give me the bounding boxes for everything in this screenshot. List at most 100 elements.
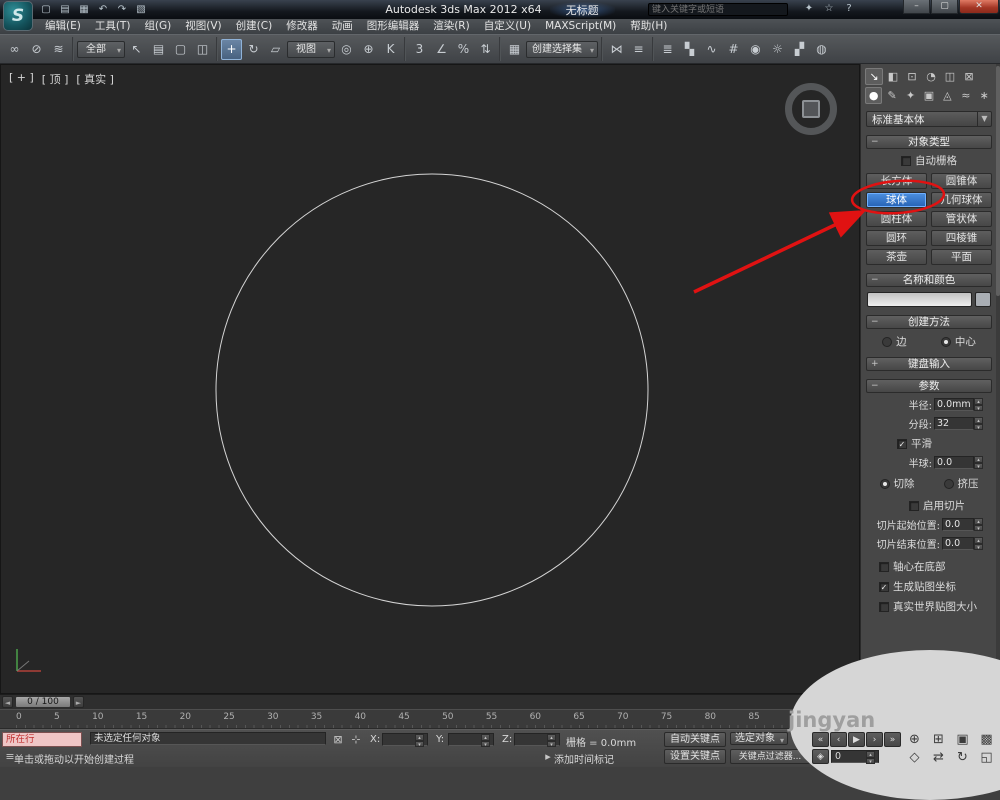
select-and-scale-icon[interactable]: ▱ — [265, 39, 286, 60]
menu-item[interactable]: 创建(C) — [229, 19, 280, 34]
angle-snap-icon[interactable]: ∠ — [431, 39, 452, 60]
snap-toggle-3d-icon[interactable]: 3 — [409, 39, 430, 60]
schematic-view-icon[interactable]: # — [723, 39, 744, 60]
z-spinner[interactable] — [547, 734, 556, 747]
pyramid-button[interactable]: 四棱锥 — [931, 230, 992, 246]
panel-scrollbar[interactable] — [996, 64, 1000, 709]
rectangular-selection-icon[interactable]: ▢ — [170, 39, 191, 60]
rollout-keyboard-entry[interactable]: + 键盘输入 — [866, 357, 992, 371]
menu-item[interactable]: 组(G) — [137, 19, 178, 34]
previous-frame-icon[interactable]: ‹ — [830, 732, 847, 747]
torus-button[interactable]: 圆环 — [866, 230, 927, 246]
z-coordinate-field[interactable] — [514, 733, 560, 747]
radius-spinner[interactable] — [974, 398, 983, 411]
time-forward-arrow[interactable]: ► — [73, 696, 84, 708]
viewport-menu-view[interactable]: [ 顶 ] — [42, 71, 69, 87]
material-editor-icon[interactable]: ◉ — [745, 39, 766, 60]
menu-item[interactable]: 编辑(E) — [38, 19, 88, 34]
window-crossing-icon[interactable]: ◫ — [192, 39, 213, 60]
menu-item[interactable]: 图形编辑器 — [360, 19, 427, 34]
zoom-extents-icon[interactable]: ▣ — [951, 731, 974, 748]
helpers-category-icon[interactable]: ◬ — [939, 87, 956, 104]
minimize-button[interactable]: – — [903, 0, 930, 14]
percent-snap-icon[interactable]: % — [453, 39, 474, 60]
menu-item[interactable]: 工具(T) — [88, 19, 138, 34]
motion-tab-icon[interactable]: ◔ — [922, 68, 940, 85]
center-radio[interactable] — [940, 336, 951, 347]
primitive-category-dropdown[interactable]: 标准基本体 ▼ — [866, 111, 992, 127]
select-by-name-icon[interactable]: ▤ — [148, 39, 169, 60]
open-file-icon[interactable]: ▤ — [57, 2, 73, 17]
segments-spinner[interactable] — [974, 417, 983, 430]
hemisphere-spinner[interactable] — [974, 456, 983, 469]
keyboard-override-icon[interactable]: K — [380, 39, 401, 60]
menu-item[interactable]: 修改器 — [279, 19, 325, 34]
field-of-view-icon[interactable]: ◇ — [903, 749, 926, 766]
viewport-top[interactable]: [ + ] [ 顶 ] [ 真实 ] — [0, 64, 860, 694]
rollout-creation-method[interactable]: − 创建方法 — [866, 315, 992, 329]
save-file-icon[interactable]: ▦ — [76, 2, 92, 17]
spinner-snap-icon[interactable]: ⇅ — [475, 39, 496, 60]
play-animation-icon[interactable]: ▶ — [848, 732, 865, 747]
x-spinner[interactable] — [415, 734, 424, 747]
reference-coord-dropdown[interactable]: 视图 — [287, 40, 335, 59]
time-back-arrow[interactable]: ◄ — [2, 696, 13, 708]
maximize-button[interactable]: ▢ — [931, 0, 958, 14]
box-button[interactable]: 长方体 — [866, 173, 927, 189]
render-production-icon[interactable]: ◍ — [811, 39, 832, 60]
unlink-selection-icon[interactable]: ⊘ — [26, 39, 47, 60]
menu-item[interactable]: MAXScript(M) — [538, 19, 623, 34]
pan-view-icon[interactable]: ⇄ — [927, 749, 950, 766]
select-object-icon[interactable]: ↖ — [126, 39, 147, 60]
layer-manager-icon[interactable]: ≣ — [657, 39, 678, 60]
select-and-rotate-icon[interactable]: ↻ — [243, 39, 264, 60]
object-color-swatch[interactable] — [975, 292, 991, 307]
systems-category-icon[interactable]: ∗ — [976, 87, 993, 104]
graphite-ribbon-icon[interactable]: ▚ — [679, 39, 700, 60]
y-coordinate-field[interactable] — [448, 733, 494, 747]
geosphere-button[interactable]: 几何球体 — [931, 192, 992, 208]
y-spinner[interactable] — [481, 734, 490, 747]
cameras-category-icon[interactable]: ▣ — [920, 87, 937, 104]
menu-item[interactable]: 帮助(H) — [623, 19, 674, 34]
menu-item[interactable]: 渲染(R) — [426, 19, 477, 34]
menu-item[interactable]: 动画 — [325, 19, 360, 34]
frame-spinner[interactable] — [866, 751, 875, 764]
create-tab-icon[interactable]: ↘ — [865, 68, 883, 85]
hemisphere-input[interactable]: 0.0 — [934, 456, 974, 469]
slice-from-spinner[interactable] — [974, 518, 983, 531]
squash-radio[interactable] — [943, 478, 954, 489]
realworld-map-checkbox[interactable] — [879, 601, 889, 612]
steering-wheel-icon[interactable] — [785, 83, 837, 135]
maximize-viewport-icon[interactable]: ◱ — [975, 749, 998, 766]
infocenter-help-icon[interactable]: ? — [842, 2, 856, 16]
radius-input[interactable]: 0.0mm — [934, 398, 974, 411]
select-and-move-icon[interactable]: + — [221, 38, 242, 60]
zoom-icon[interactable]: ⊕ — [903, 731, 926, 748]
set-key-button[interactable]: 设置关键点 — [664, 749, 726, 764]
viewport-menu-shading[interactable]: [ 真实 ] — [76, 71, 114, 87]
autogrid-checkbox[interactable] — [901, 155, 911, 166]
base-to-pivot-checkbox[interactable] — [879, 561, 889, 572]
chop-radio[interactable] — [879, 478, 890, 489]
modify-tab-icon[interactable]: ◧ — [884, 68, 902, 85]
menu-item[interactable]: 自定义(U) — [477, 19, 538, 34]
geometry-category-icon[interactable]: ● — [865, 87, 883, 104]
selection-filter-dropdown[interactable]: 全部 — [77, 40, 125, 59]
new-scene-icon[interactable]: ▢ — [38, 2, 54, 17]
align-icon[interactable]: ≡ — [628, 39, 649, 60]
undo-icon[interactable]: ↶ — [95, 2, 111, 17]
viewport-menu-general[interactable]: [ + ] — [9, 71, 34, 87]
next-frame-icon[interactable]: › — [866, 732, 883, 747]
display-tab-icon[interactable]: ◫ — [941, 68, 959, 85]
segments-input[interactable]: 32 — [934, 417, 974, 430]
utilities-tab-icon[interactable]: ⊠ — [960, 68, 978, 85]
named-selection-sets-dropdown[interactable]: 创建选择集 — [526, 40, 598, 59]
slice-to-input[interactable]: 0.0 — [942, 537, 974, 550]
menu-item[interactable]: 视图(V) — [178, 19, 228, 34]
select-and-link-icon[interactable]: ∞ — [4, 39, 25, 60]
redo-icon[interactable]: ↷ — [114, 2, 130, 17]
zoom-extents-all-icon[interactable]: ▩ — [975, 731, 998, 748]
transform-typein-mode-icon[interactable]: ⊹ — [348, 732, 364, 747]
cylinder-button[interactable]: 圆柱体 — [866, 211, 927, 227]
